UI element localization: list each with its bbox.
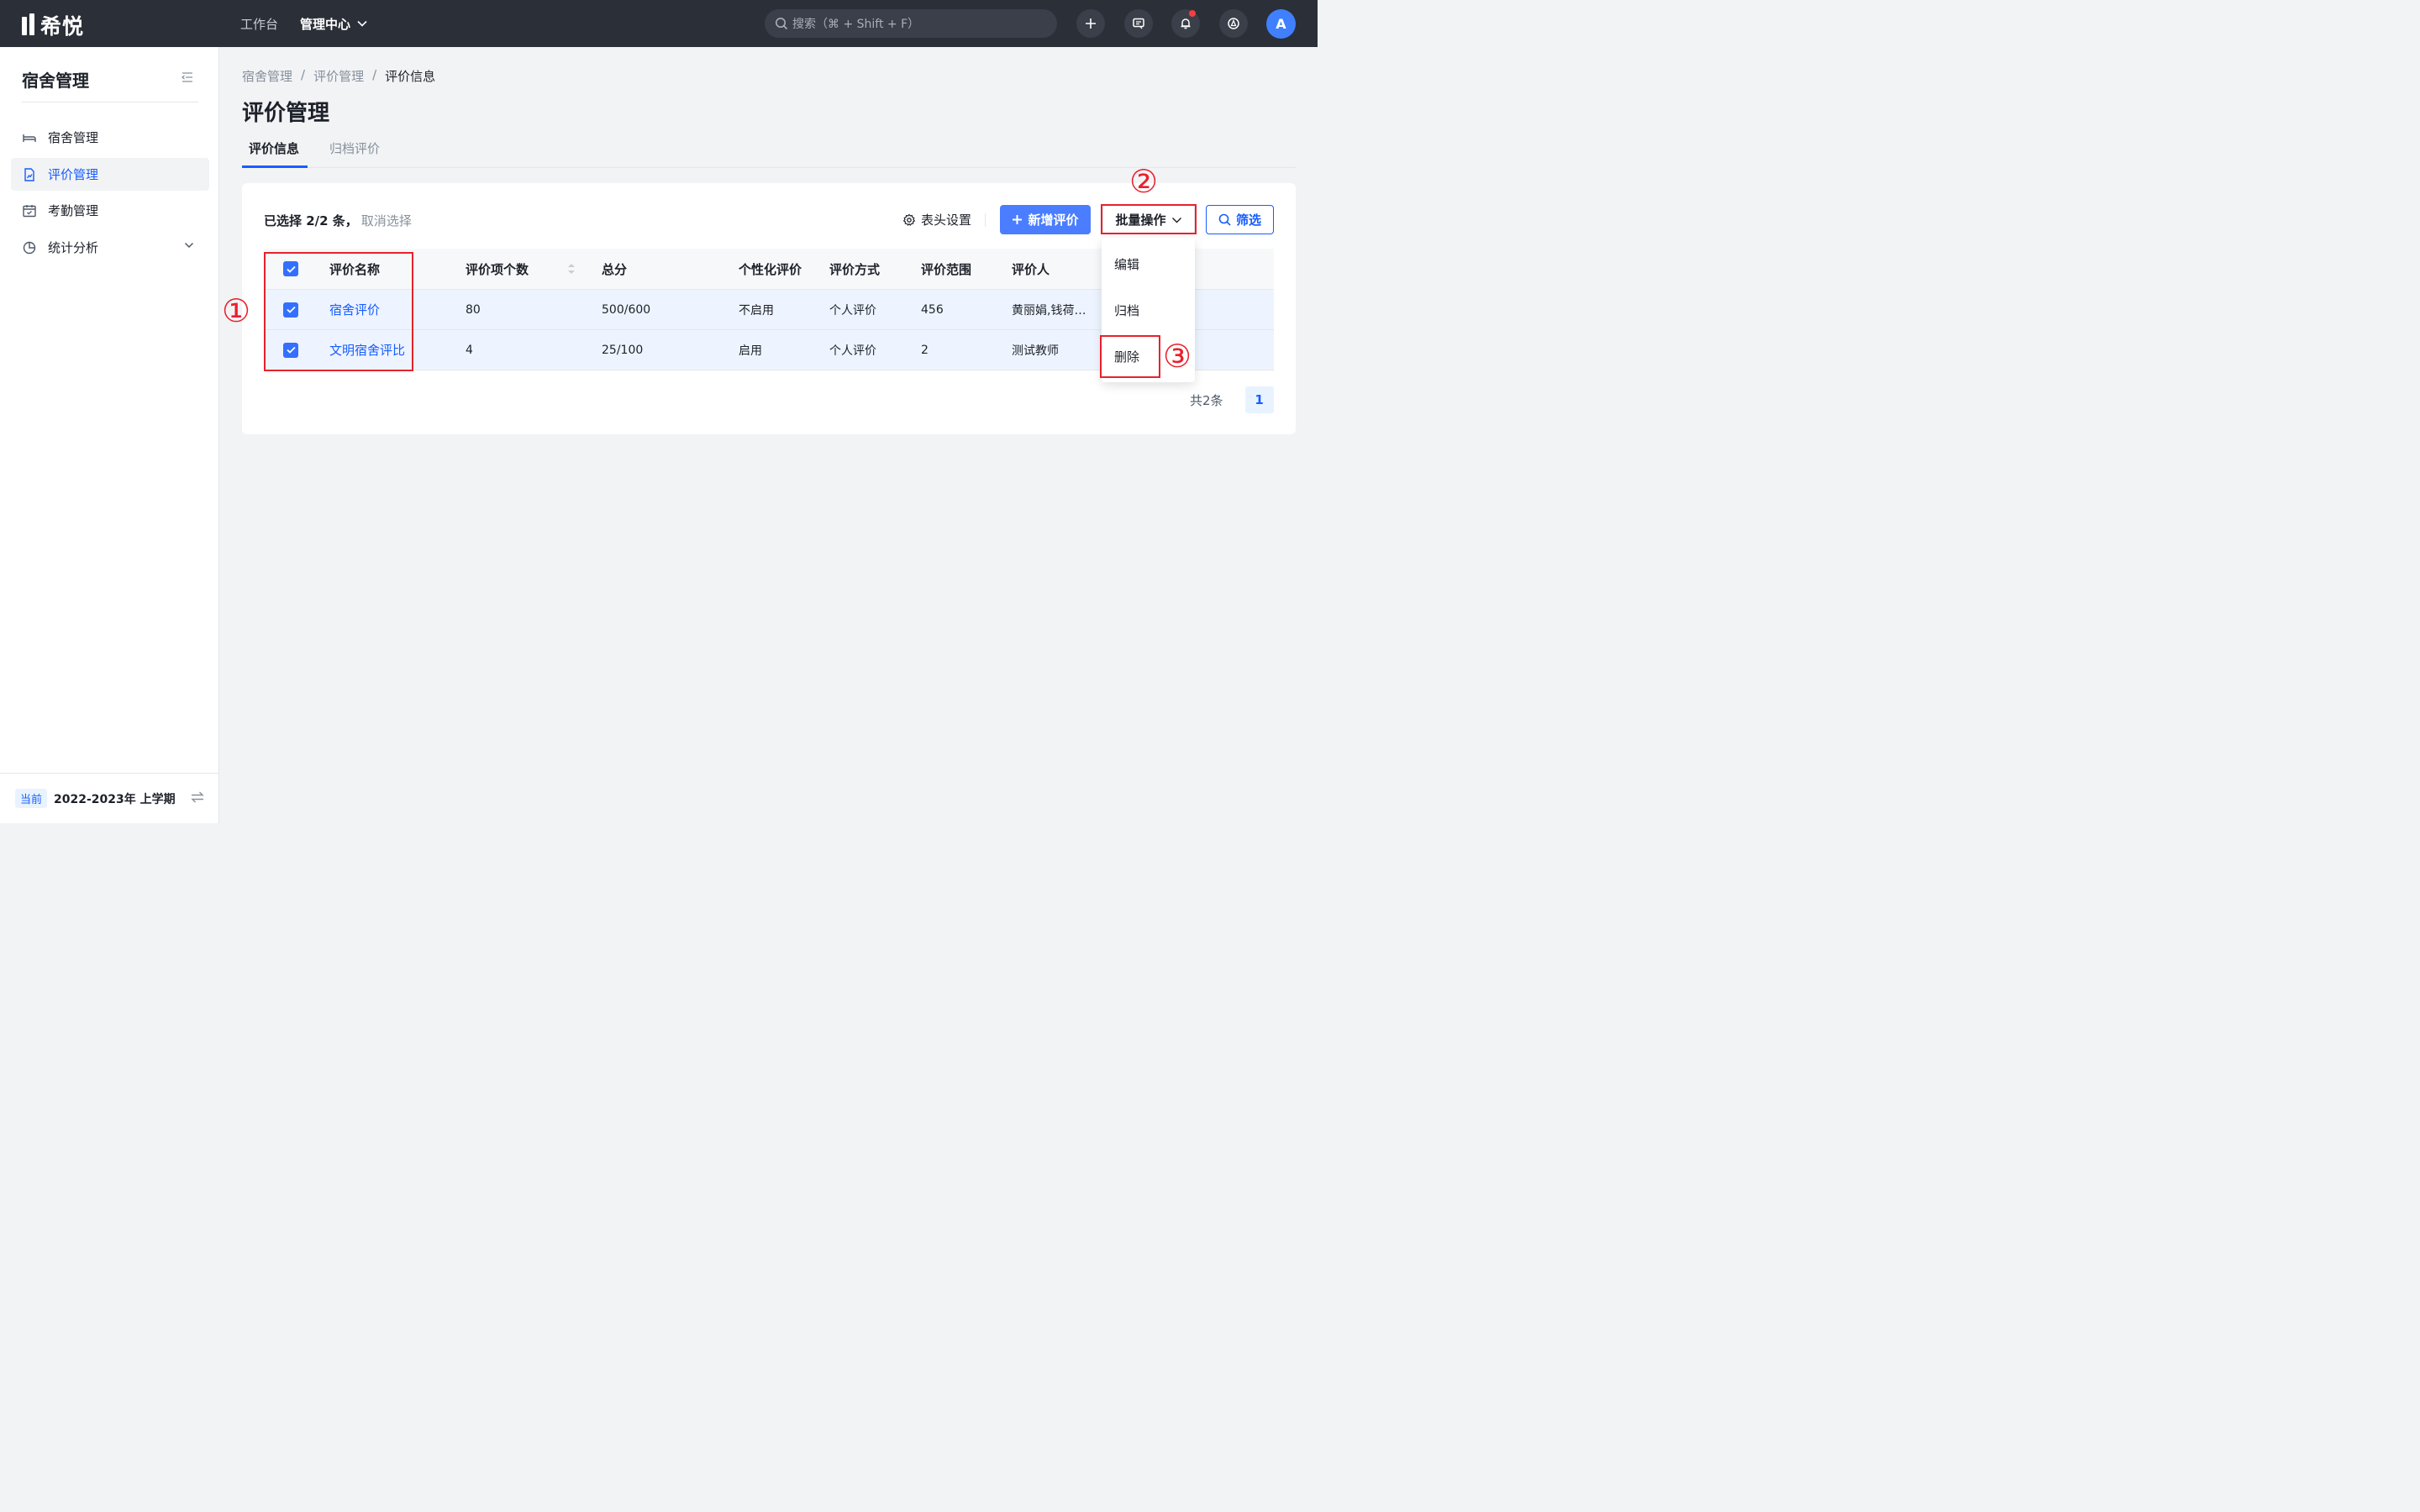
sidebar-item-attendance[interactable]: 考勤管理 [11,194,209,227]
evaluator: 黄丽娟,钱荷… [1012,303,1086,318]
top-nav: 工作台 管理中心 [240,0,367,47]
scope: 2 [921,343,929,357]
sort-icon[interactable] [567,262,576,276]
header-evaluator: 评价人 [1012,261,1050,277]
sidebar-item-label: 宿舍管理 [48,130,99,145]
compass-icon [1228,18,1239,29]
header-item-count-label: 评价项个数 [466,261,529,277]
header-total-score: 总分 [602,261,628,277]
selection-info: 已选择 2/2 条， 取消选择 [264,212,412,229]
breadcrumb-dorm[interactable]: 宿舍管理 [242,67,292,85]
item-count: 4 [466,343,473,357]
method: 个人评价 [829,344,876,358]
add-evaluation-button[interactable]: 新增评价 [1000,205,1091,234]
app-logo[interactable]: 希悦 [22,10,84,40]
header-personalized: 个性化评价 [739,261,802,277]
header-method: 评价方式 [829,261,881,277]
breadcrumb-separator: / [372,67,377,82]
sidebar-header: 宿舍管理 [22,67,198,102]
menu-item-edit[interactable]: 编辑 [1114,255,1139,273]
nav-workbench[interactable]: 工作台 [240,15,278,33]
add-button[interactable] [1076,9,1105,38]
personalized: 启用 [739,344,762,358]
sidebar: 宿舍管理 宿舍管理 评价管理 考勤管理 统计分析 当前 2022-2023年 上… [0,47,219,823]
column-settings-button[interactable]: 表头设置 [902,211,971,228]
pagination: 共2条 1 [1190,386,1274,413]
search-placeholder: 搜索（⌘ + Shift + F） [792,18,920,31]
nav-admin-center[interactable]: 管理中心 [300,15,367,33]
sidebar-item-statistics[interactable]: 统计分析 [11,231,209,264]
nav-admin-center-label: 管理中心 [300,16,351,32]
plus-icon [1013,215,1023,224]
sidebar-item-label: 评价管理 [48,167,99,182]
search-input[interactable]: 搜索（⌘ + Shift + F） [765,9,1057,38]
term-selector[interactable]: 当前 2022-2023年 上学期 [0,773,219,823]
chevron-down-icon [357,20,367,27]
calendar-icon [23,204,36,217]
chart-doc-icon [24,167,34,181]
scope: 456 [921,302,944,317]
breadcrumb-evaluation[interactable]: 评价管理 [313,67,364,85]
sidebar-item-evaluation[interactable]: 评价管理 [11,158,209,191]
current-tag: 当前 [15,789,48,808]
divider [985,213,986,227]
sidebar-item-label: 考勤管理 [48,203,99,218]
annotation-box-batch [1101,204,1197,234]
tab-evaluation-info[interactable]: 评价信息 [249,139,299,157]
pie-chart-icon [23,241,36,254]
search-icon [776,18,788,30]
annotation-box-selection [264,252,413,371]
bell-icon [1181,18,1191,29]
chat-icon [1133,18,1144,29]
breadcrumb-separator: / [301,67,306,82]
evaluator: 测试教师 [1012,344,1059,358]
plus-icon [1086,18,1096,29]
sidebar-item-dorm[interactable]: 宿舍管理 [11,121,209,154]
annotation-box-delete [1100,335,1160,378]
logo-text: 希悦 [40,14,85,39]
chevron-down-icon [184,242,194,249]
tab-active-indicator [242,165,308,168]
item-count: 80 [466,302,481,317]
personalized: 不启用 [739,303,774,318]
messages-button[interactable] [1124,9,1153,38]
column-settings-label: 表头设置 [921,213,972,228]
selection-count: 已选择 2/2 条， [264,213,358,228]
notification-dot [1189,10,1196,17]
annotation-number-3: ③ [1163,338,1192,375]
total-score: 500/600 [602,302,651,317]
breadcrumb: 宿舍管理 / 评价管理 / 评价信息 [242,67,435,85]
annotation-number-2: ② [1129,163,1159,200]
total-score: 25/100 [602,343,644,357]
avatar[interactable]: A [1266,9,1296,39]
notifications-button[interactable] [1171,9,1200,38]
add-evaluation-label: 新增评价 [1028,213,1079,228]
filter-label: 筛选 [1235,213,1261,228]
search-icon [1218,213,1231,226]
total-count: 共2条 [1190,392,1223,408]
swap-icon[interactable] [191,791,204,803]
header-item-count[interactable]: 评价项个数 [466,249,576,289]
breadcrumb-current: 评价信息 [385,69,436,84]
tab-archived[interactable]: 归档评价 [329,139,380,157]
logo-icon [22,13,39,37]
term-label: 2022-2023年 上学期 [54,792,176,806]
top-bar: 希悦 工作台 管理中心 搜索（⌘ + Shift + F） A [0,0,1318,47]
sidebar-item-label: 统计分析 [48,240,99,255]
annotation-number-1: ① [222,292,251,329]
bed-icon [23,134,36,142]
page-button-current[interactable]: 1 [1244,386,1274,413]
gear-icon [902,213,916,226]
cancel-selection-link[interactable]: 取消选择 [361,213,412,228]
collapse-icon[interactable] [182,72,193,82]
header-scope: 评价范围 [921,261,972,277]
apps-button[interactable] [1219,9,1248,38]
method: 个人评价 [829,303,876,318]
page-title: 评价管理 [242,101,330,126]
filter-button[interactable]: 筛选 [1206,205,1274,234]
menu-item-archive[interactable]: 归档 [1114,302,1139,319]
sidebar-title: 宿舍管理 [22,71,89,91]
